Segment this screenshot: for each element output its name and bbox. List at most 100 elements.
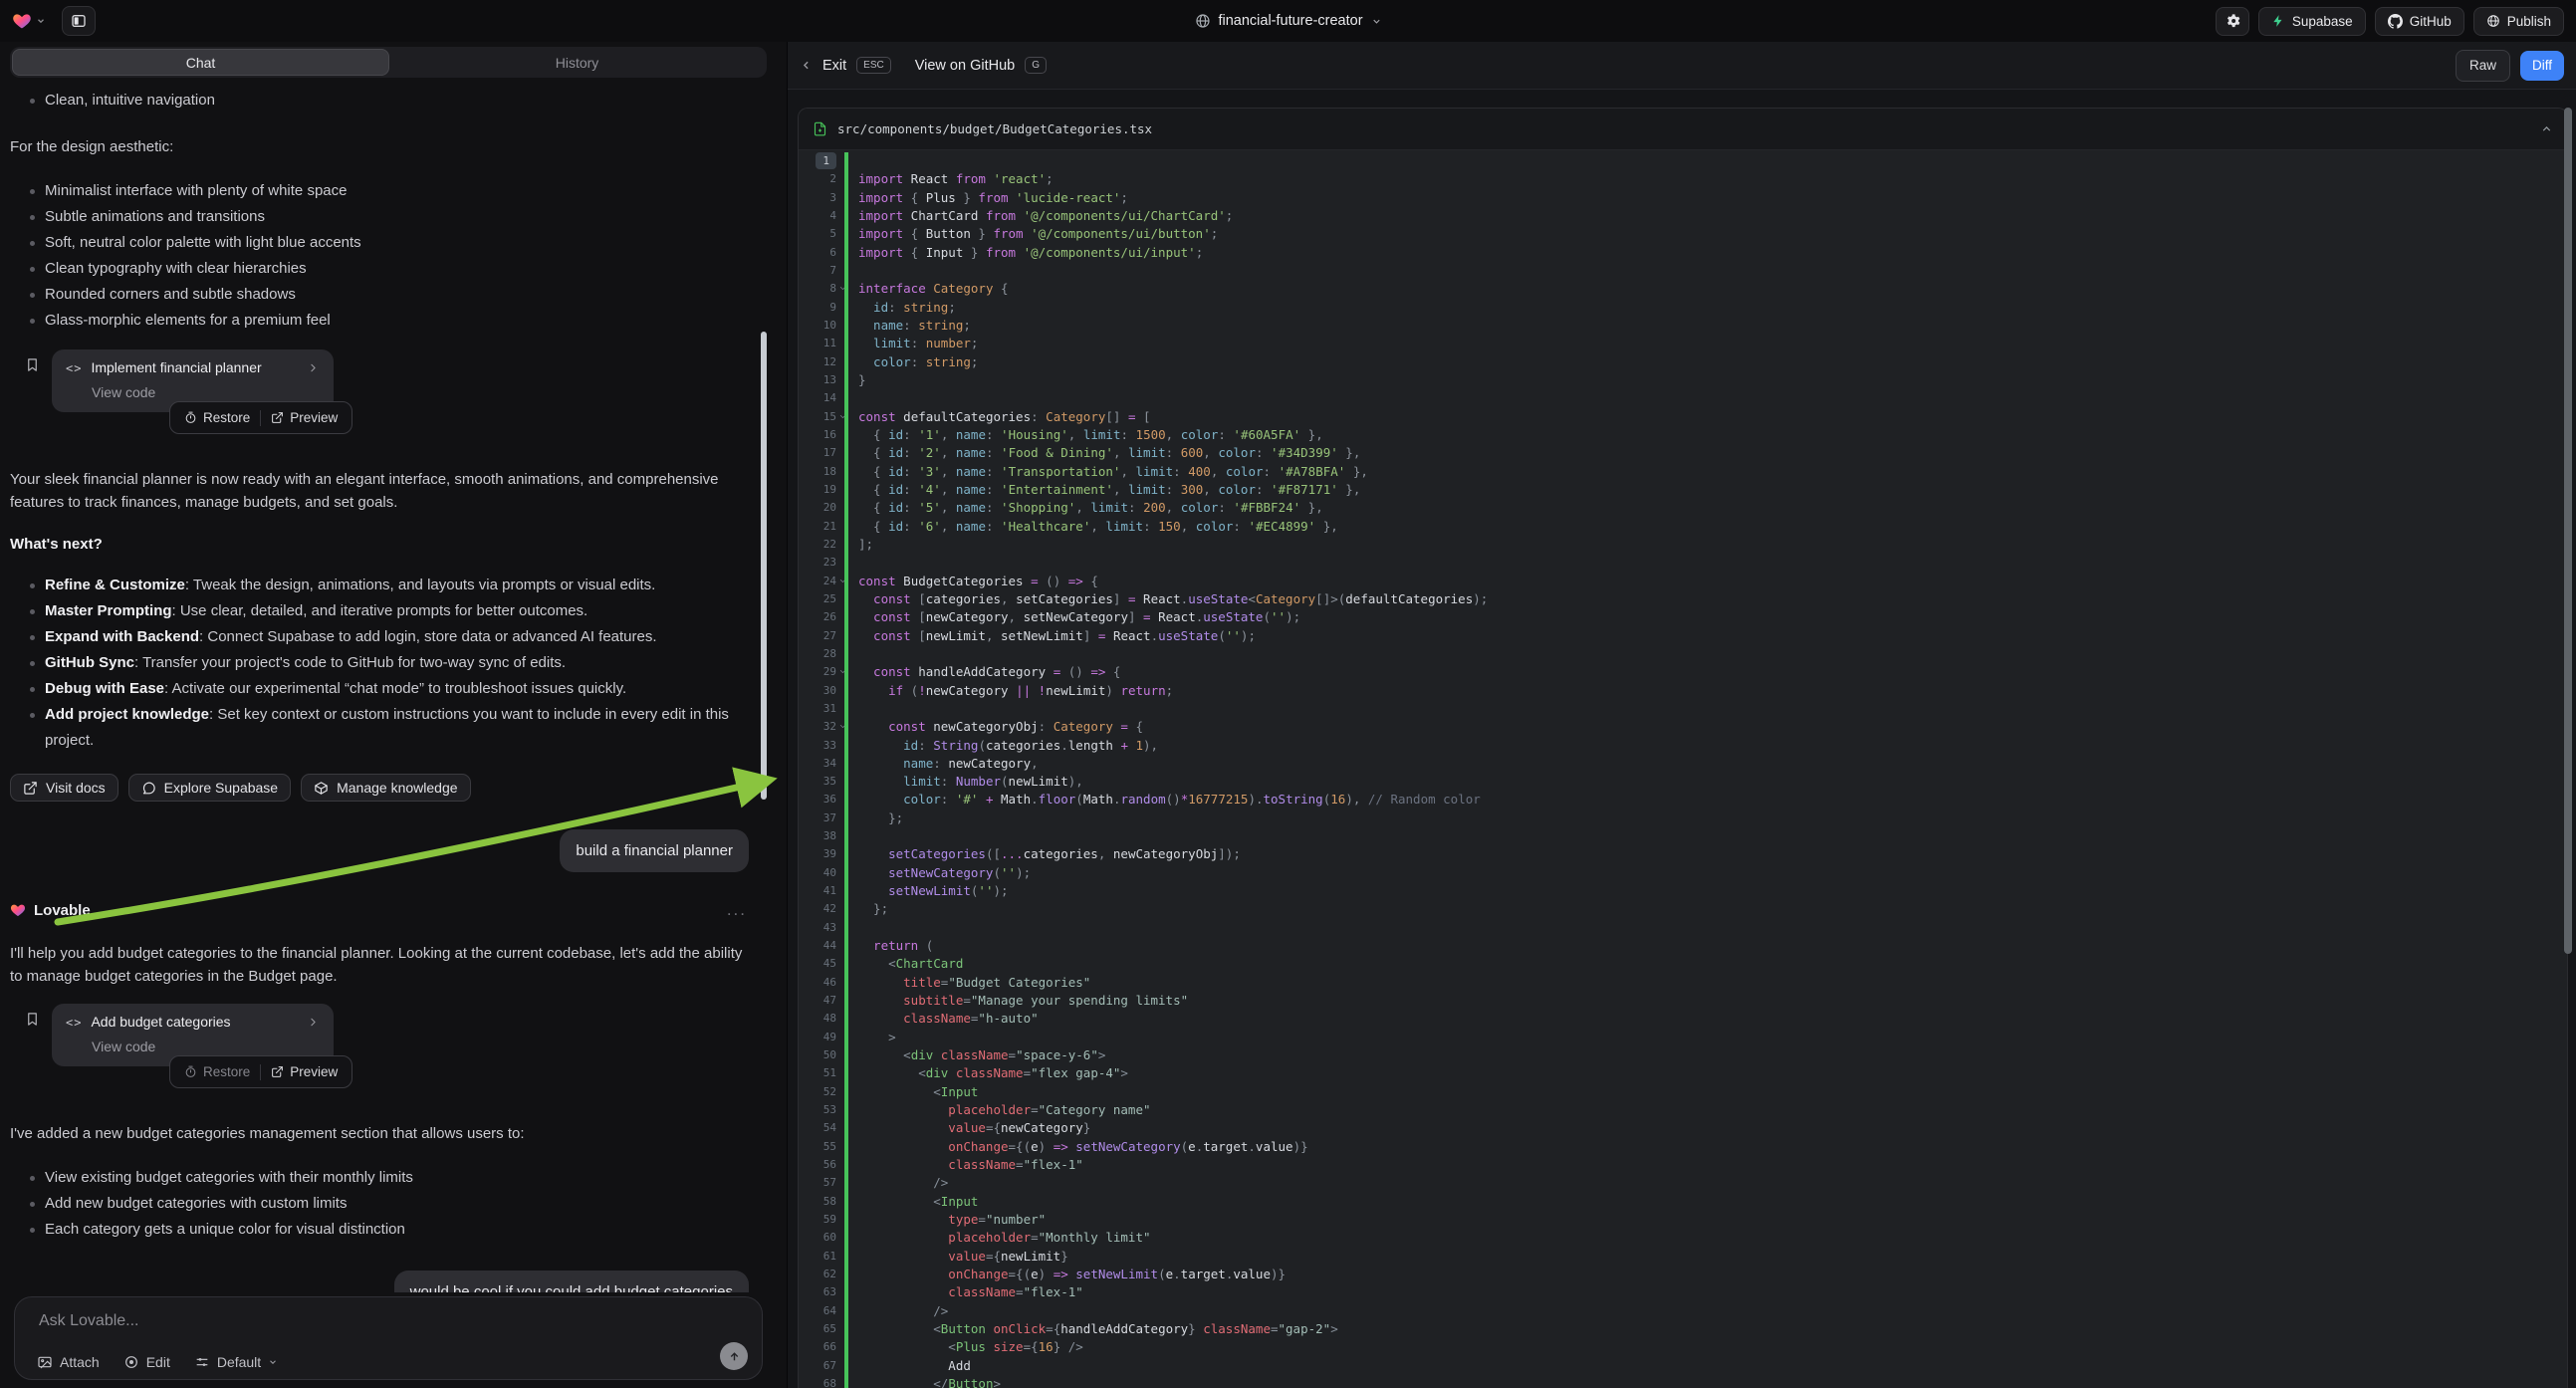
line-number: 27	[799, 627, 836, 645]
code-text: import { Button } from '@/components/ui/…	[799, 225, 2567, 243]
view-code-link[interactable]: View code	[92, 384, 320, 400]
line-number: 24	[799, 573, 836, 590]
restore-label: Restore	[203, 410, 250, 425]
restore-button[interactable]: Restore	[174, 1064, 260, 1079]
attach-button[interactable]: Attach	[37, 1354, 100, 1370]
code-text: id: String(categories.length + 1),	[799, 737, 2567, 755]
chevron-down-icon	[1371, 16, 1382, 27]
list-item: View existing budget categories with the…	[10, 1165, 749, 1191]
tab-chat[interactable]: Chat	[12, 49, 389, 76]
collapse-file-button[interactable]	[2540, 122, 2553, 135]
view-code-link[interactable]: View code	[92, 1039, 320, 1054]
model-selector[interactable]: Default	[194, 1354, 278, 1370]
code-line: 46 title="Budget Categories"	[799, 974, 2567, 992]
lovable-logo-menu[interactable]	[12, 11, 46, 31]
bullet-lead: Add project knowledge	[45, 706, 209, 723]
bullet-lead: Expand with Backend	[45, 628, 199, 645]
edit-mode-button[interactable]: Edit	[123, 1354, 170, 1370]
bullet-dot	[30, 713, 35, 718]
line-number-value: 19	[823, 483, 836, 496]
code-panel: Exit ESC View on GitHub G Raw Diff src/c…	[787, 42, 2576, 1388]
line-number: 18	[799, 463, 836, 481]
line-number-value: 36	[823, 793, 836, 806]
bullet-dot	[30, 635, 35, 640]
visit-docs-button[interactable]: Visit docs	[10, 774, 118, 802]
chat-input[interactable]: Ask Lovable...	[15, 1297, 762, 1330]
code-editor[interactable]: 12import React from 'react';3import { Pl…	[799, 150, 2567, 1388]
line-number-value: 68	[823, 1377, 836, 1388]
line-number: 39	[799, 845, 836, 863]
code-text: }	[799, 371, 2567, 389]
code-line: 63 className="flex-1"	[799, 1283, 2567, 1301]
view-on-github-button[interactable]: View on GitHub	[915, 58, 1015, 74]
bullet-dot	[30, 1202, 35, 1207]
code-text: ];	[799, 536, 2567, 554]
line-number: 16	[799, 426, 836, 444]
exit-button[interactable]: Exit	[822, 58, 846, 74]
chevron-down-icon	[268, 1357, 278, 1367]
list-item: Clean, intuitive navigation	[10, 88, 749, 114]
line-number-value: 14	[823, 391, 836, 404]
line-number-value: 1	[816, 152, 836, 169]
code-text: <Button onClick={handleAddCategory} clas…	[799, 1320, 2567, 1338]
line-number: 54	[799, 1119, 836, 1137]
settings-button[interactable]	[2216, 7, 2249, 36]
project-name: financial-future-creator	[1218, 13, 1362, 29]
project-switcher[interactable]: financial-future-creator	[1194, 0, 1381, 42]
bullet-dot	[30, 241, 35, 246]
tab-history[interactable]: History	[389, 49, 765, 76]
restore-button[interactable]: Restore	[174, 410, 260, 425]
message-menu-button[interactable]: ...	[727, 900, 749, 920]
code-line: 2import React from 'react';	[799, 170, 2567, 188]
explore-supabase-button[interactable]: Explore Supabase	[128, 774, 291, 802]
code-line: 44 return (	[799, 937, 2567, 955]
line-number-value: 31	[823, 702, 836, 715]
line-number-value: 17	[823, 446, 836, 459]
code-line: 42 };	[799, 900, 2567, 918]
assistant-paragraph: For the design aesthetic:	[10, 135, 749, 158]
send-button[interactable]	[720, 1342, 748, 1370]
list-item: Expand with Backend: Connect Supabase to…	[10, 624, 749, 650]
bullet-text: Minimalist interface with plenty of whit…	[45, 182, 347, 199]
line-number-value: 52	[823, 1085, 836, 1098]
manage-knowledge-button[interactable]: Manage knowledge	[301, 774, 470, 802]
file-header[interactable]: src/components/budget/BudgetCategories.t…	[799, 109, 2567, 150]
line-number: 30	[799, 682, 836, 700]
line-number-value: 28	[823, 647, 836, 660]
github-button[interactable]: GitHub	[2375, 7, 2464, 36]
line-number-value: 67	[823, 1359, 836, 1372]
code-scrollbar[interactable]	[2564, 108, 2572, 954]
code-line: 53 placeholder="Category name"	[799, 1101, 2567, 1119]
raw-toggle-button[interactable]: Raw	[2456, 50, 2510, 82]
line-number-value: 54	[823, 1121, 836, 1134]
line-number: 46	[799, 974, 836, 992]
assistant-paragraph: Your sleek financial planner is now read…	[10, 468, 749, 514]
sidebar-toggle-button[interactable]	[62, 6, 96, 36]
supabase-button[interactable]: Supabase	[2258, 7, 2366, 36]
publish-button[interactable]: Publish	[2473, 7, 2564, 36]
code-line: 41 setNewLimit('');	[799, 882, 2567, 900]
line-number: 1	[799, 152, 836, 170]
chat-scrollbar[interactable]	[761, 332, 767, 800]
preview-button[interactable]: Preview	[261, 1064, 348, 1079]
file-path: src/components/budget/BudgetCategories.t…	[837, 121, 1152, 136]
diff-toggle-button[interactable]: Diff	[2520, 51, 2564, 81]
code-text: title="Budget Categories"	[799, 974, 2567, 992]
preview-button[interactable]: Preview	[261, 410, 348, 425]
sliders-icon	[194, 1354, 210, 1370]
line-number-value: 20	[823, 501, 836, 514]
code-text: const [newCategory, setNewCategory] = Re…	[799, 608, 2567, 626]
code-line: 8interface Category {	[799, 280, 2567, 298]
code-line: 28	[799, 645, 2567, 663]
line-number-value: 38	[823, 829, 836, 842]
code-text: import React from 'react';	[799, 170, 2567, 188]
code-line: 1	[799, 152, 2567, 170]
bullet-dot	[30, 1228, 35, 1233]
bullet-text: : Activate our experimental “chat mode” …	[164, 680, 626, 697]
line-number-value: 46	[823, 976, 836, 989]
line-number: 40	[799, 864, 836, 882]
bullet-dot	[30, 687, 35, 692]
chip-label: Visit docs	[46, 780, 106, 796]
code-line: 20 { id: '5', name: 'Shopping', limit: 2…	[799, 499, 2567, 517]
line-number-value: 18	[823, 465, 836, 478]
